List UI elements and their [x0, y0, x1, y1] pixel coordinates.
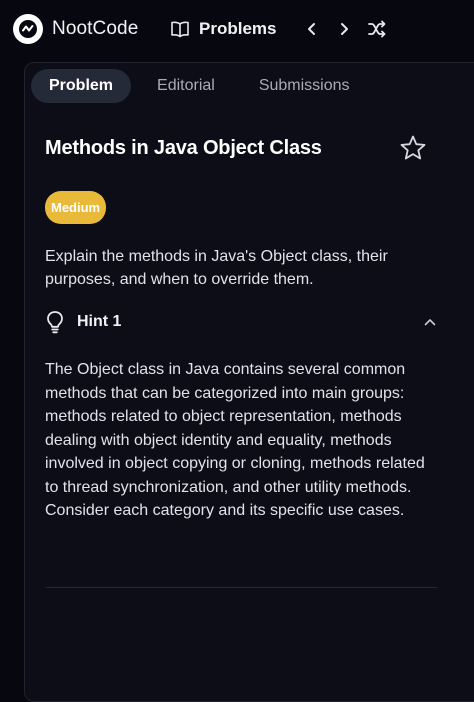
prev-problem-button[interactable]	[299, 16, 325, 42]
problems-label: Problems	[199, 19, 277, 38]
book-open-icon	[171, 21, 189, 38]
tab-editorial[interactable]: Editorial	[139, 69, 233, 103]
tab-problem[interactable]: Problem	[31, 69, 132, 103]
favorite-star-button[interactable]	[399, 134, 427, 162]
brand-name[interactable]: NootCode	[52, 18, 138, 40]
problems-link[interactable]: Problems	[170, 18, 276, 40]
next-problem-button[interactable]	[331, 16, 357, 42]
chevron-up-icon	[424, 319, 436, 326]
nootcode-logo-icon[interactable]	[13, 14, 43, 44]
chevron-left-icon	[308, 23, 315, 35]
hint-content: The Object class in Java contains severa…	[45, 361, 425, 519]
hint-label: Hint 1	[77, 313, 122, 330]
problem-description: Explain the methods in Java's Object cla…	[45, 248, 388, 288]
chevron-right-icon	[341, 23, 348, 35]
hint-toggle[interactable]: Hint 1	[45, 309, 437, 335]
shuffle-icon	[368, 20, 386, 38]
random-problem-button[interactable]	[364, 16, 390, 42]
problem-panel: Problem Editorial Submissions Methods in…	[24, 62, 474, 702]
top-nav-bar: NootCode Problems	[0, 0, 474, 60]
tab-submissions[interactable]: Submissions	[241, 69, 368, 103]
difficulty-badge: Medium	[45, 191, 107, 224]
lightbulb-icon	[47, 311, 63, 334]
problem-title: Methods in Java Object Class	[45, 137, 322, 159]
tab-bar: Problem Editorial Submissions	[31, 69, 368, 103]
section-divider	[45, 587, 437, 588]
star-icon	[400, 135, 426, 160]
